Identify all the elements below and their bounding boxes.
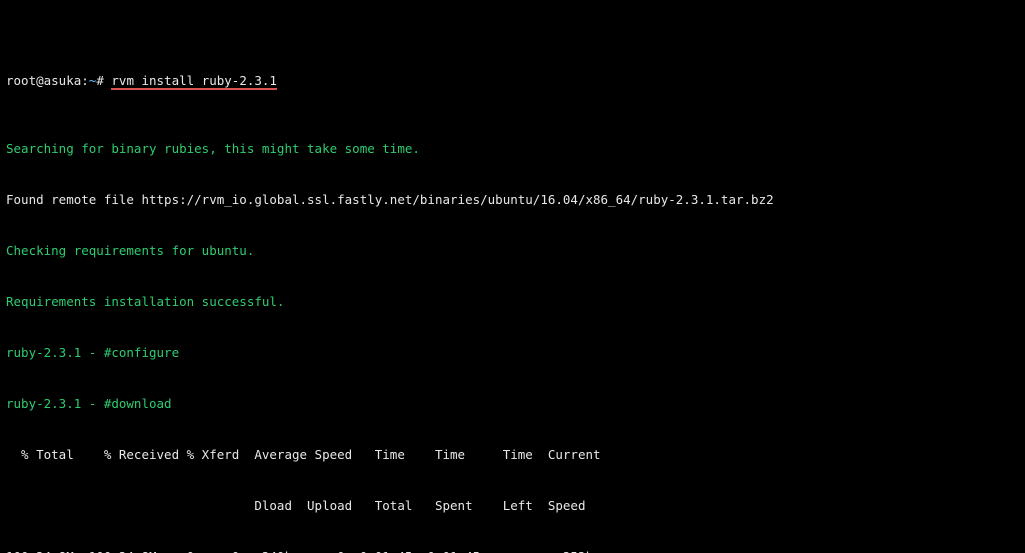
prompt-line-1: root@asuka:~# rvm install ruby-2.3.1 [6,55,1019,89]
command-rvm-install: rvm install ruby-2.3.1 [111,73,277,90]
download-progress-row: 100 24.8M 100 24.8M 0 0 240k 0 0:01:45 0… [6,548,1019,553]
download-header2: Dload Upload Total Spent Left Speed [6,497,1019,514]
prompt-sep1: : [81,73,89,88]
download-header: % Total % Received % Xferd Average Speed… [6,446,1019,463]
prompt-sep2: # [96,73,104,88]
output-line: ruby-2.3.1 - #download [6,395,1019,412]
terminal[interactable]: root@asuka:~# rvm install ruby-2.3.1 Sea… [0,0,1025,553]
output-line: Found remote file https://rvm_io.global.… [6,191,1019,208]
prompt-user: root@asuka [6,73,81,88]
output-line: ruby-2.3.1 - #configure [6,344,1019,361]
output-line: Checking requirements for ubuntu. [6,242,1019,259]
output-line: Searching for binary rubies, this might … [6,140,1019,157]
output-line: Requirements installation successful. [6,293,1019,310]
